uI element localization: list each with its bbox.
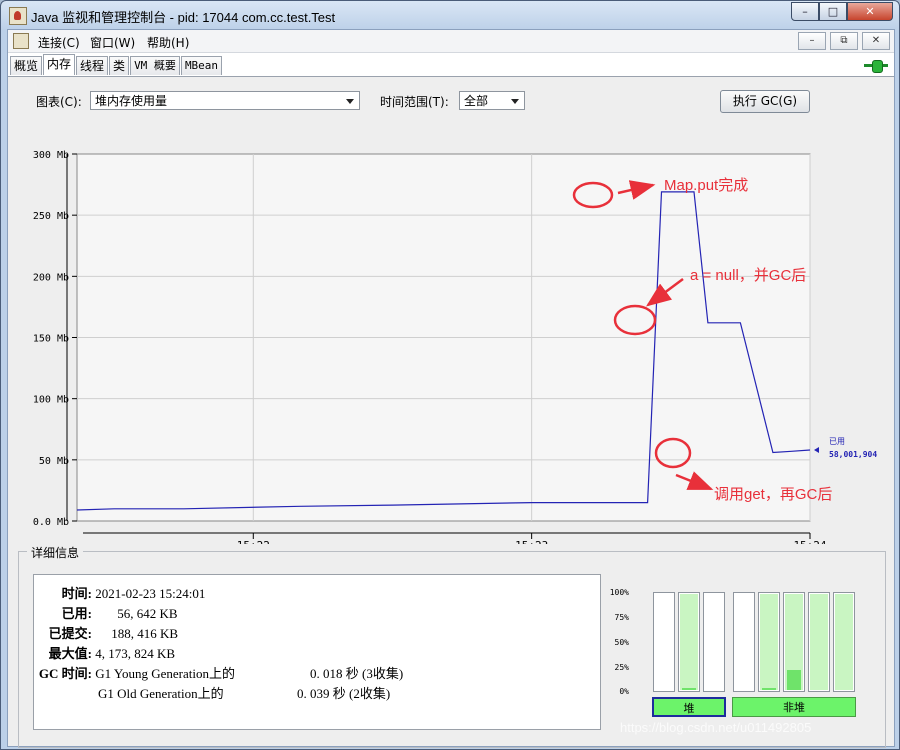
current-value-arrow-icon	[814, 447, 819, 453]
tab-mbean[interactable]: MBean	[180, 56, 223, 75]
memory-panel: 图表(C): 堆内存使用量 时间范围(T): 全部 执行 GC(G) 300 M…	[8, 77, 894, 748]
gc-young-value: 0. 018 秒 (3收集)	[310, 666, 404, 681]
window-title: Java 监视和管理控制台 - pid: 17044 com.cc.test.T…	[31, 10, 336, 25]
nonheap-pool-bar[interactable]	[783, 592, 805, 692]
time-range-value: 全部	[464, 94, 489, 108]
java-cup-icon	[9, 7, 27, 25]
memory-pool-bars: 100% 75% 50% 25% 0% 堆 非堆	[599, 576, 879, 736]
annotation-get-gc: 调用get，再GC后	[714, 486, 832, 503]
tab-strip: 概览 内存 线程 类 VM 概要 MBean	[10, 54, 223, 75]
gc-old-name: G1 Old Generation上的	[98, 686, 224, 701]
java-cup-icon	[13, 33, 29, 49]
menu-bar: 连接(C) 窗口(W) 帮助(H) – ⧉ ✕	[8, 30, 894, 53]
chart-select-value: 堆内存使用量	[95, 94, 168, 108]
pool-committed-fill	[680, 594, 698, 690]
pool-committed-fill	[760, 594, 778, 690]
minimize-button[interactable]: –	[791, 2, 819, 21]
used-key: 已用:	[61, 606, 92, 621]
committed-key: 已提交:	[48, 626, 92, 641]
annotation-null-gc: a = null，并GC后	[690, 267, 806, 284]
watermark-text: https://blog.csdn.net/u011492805	[620, 720, 812, 735]
time-range-select[interactable]: 全部	[459, 91, 525, 110]
pct-tick: 0%	[619, 687, 629, 696]
x-tick-label: 15:22	[237, 539, 270, 544]
pct-tick: 100%	[609, 588, 629, 597]
time-value: 2021-02-23 15:24:01	[95, 586, 206, 601]
window-controls: – □ ✕	[791, 2, 893, 21]
y-tick-label: 50 Mb	[39, 456, 69, 467]
nonheap-button[interactable]: 非堆	[732, 697, 856, 717]
current-value-readout: 58,001,904	[829, 450, 877, 459]
perform-gc-button[interactable]: 执行 GC(G)	[720, 90, 810, 113]
gc-old-value: 0. 039 秒 (2收集)	[297, 686, 391, 701]
pct-tick: 75%	[614, 613, 629, 622]
chart-select[interactable]: 堆内存使用量	[90, 91, 360, 110]
pool-used-fill	[787, 669, 801, 690]
y-tick-label: 300 Mb	[33, 150, 69, 161]
heap-pool-bar[interactable]	[653, 592, 675, 692]
tab-classes[interactable]: 类	[109, 56, 130, 75]
chevron-down-icon	[511, 99, 519, 104]
internal-close-button[interactable]: ✕	[862, 32, 890, 50]
pool-committed-fill	[810, 594, 828, 690]
tab-overview[interactable]: 概览	[10, 56, 43, 75]
menu-connection[interactable]: 连接(C)	[38, 34, 80, 51]
connection-status-icon	[864, 59, 888, 73]
tab-vm-summary[interactable]: VM 概要	[130, 56, 180, 75]
nonheap-pool-bar[interactable]	[758, 592, 780, 692]
time-range-label: 时间范围(T):	[380, 95, 449, 109]
app-window: Java 监视和管理控制台 - pid: 17044 com.cc.test.T…	[0, 0, 900, 750]
x-tick-label: 15:23	[515, 539, 548, 544]
chart-svg: 300 Mb 250 Mb 200 Mb 150 Mb 100 Mb 50 Mb 0.0 M…	[33, 150, 877, 552]
annotation-map-put: Map.put完成	[664, 177, 748, 194]
details-info: 时间: 2021-02-23 15:24:01 已用: 56, 642 KB 已…	[33, 574, 601, 730]
heap-memory-chart: 300 Mb 250 Mb 200 Mb 150 Mb 100 Mb 50 Mb 0.0 M…	[8, 119, 894, 552]
internal-restore-button[interactable]: ⧉	[830, 32, 858, 50]
details-title: 详细信息	[27, 544, 84, 561]
title-bar: Java 监视和管理控制台 - pid: 17044 com.cc.test.T…	[1, 1, 899, 29]
details-section: 详细信息 时间: 2021-02-23 15:24:01 已用: 56, 642…	[18, 544, 886, 748]
nonheap-pool-bar[interactable]	[808, 592, 830, 692]
menu-window[interactable]: 窗口(W)	[90, 34, 135, 51]
y-tick-label: 150 Mb	[33, 334, 69, 345]
tab-memory[interactable]: 内存	[43, 54, 76, 75]
gc-time-key: GC 时间:	[38, 666, 92, 681]
x-tick-label: 15:24	[793, 539, 826, 544]
internal-minimize-button[interactable]: –	[798, 32, 826, 50]
pool-committed-fill	[835, 594, 853, 690]
current-value-label: 已用	[829, 437, 845, 446]
heap-pool-bar[interactable]	[703, 592, 725, 692]
heap-button[interactable]: 堆	[652, 697, 726, 717]
committed-value: 188, 416 KB	[111, 626, 179, 641]
chevron-down-icon	[346, 99, 354, 104]
y-tick-label: 100 Mb	[33, 395, 69, 406]
chart-label: 图表(C):	[36, 95, 82, 109]
y-tick-label: 200 Mb	[33, 272, 69, 283]
menu-help[interactable]: 帮助(H)	[147, 34, 189, 51]
pct-tick: 25%	[614, 663, 629, 672]
max-value: 4, 173, 824 KB	[95, 646, 176, 661]
internal-frame-controls: – ⧉ ✕	[798, 32, 890, 50]
nonheap-pool-bar[interactable]	[733, 592, 755, 692]
maximize-button[interactable]: □	[819, 2, 847, 21]
client-area: 连接(C) 窗口(W) 帮助(H) – ⧉ ✕ 概览 内存 线程 类 VM 概要…	[7, 29, 895, 748]
pct-tick: 50%	[614, 638, 629, 647]
gc-young-name: G1 Young Generation上的	[95, 666, 235, 681]
used-value: 56, 642 KB	[117, 606, 178, 621]
y-tick-label: 0.0 Mb	[33, 517, 69, 528]
tab-threads[interactable]: 线程	[76, 56, 109, 75]
pool-used-fill	[762, 688, 776, 690]
x-axis: 15:22 15:23 15:24	[83, 532, 827, 552]
max-key: 最大值:	[48, 646, 92, 661]
pool-used-fill	[682, 688, 696, 690]
heap-pool-bar[interactable]	[678, 592, 700, 692]
y-tick-label: 250 Mb	[33, 211, 69, 222]
y-axis: 300 Mb 250 Mb 200 Mb 150 Mb 100 Mb 50 Mb 0.0 M…	[33, 150, 77, 528]
current-value-marker: 已用 58,001,904	[814, 437, 877, 459]
close-button[interactable]: ✕	[847, 2, 893, 21]
time-key: 时间:	[61, 586, 92, 601]
nonheap-pool-bar[interactable]	[833, 592, 855, 692]
